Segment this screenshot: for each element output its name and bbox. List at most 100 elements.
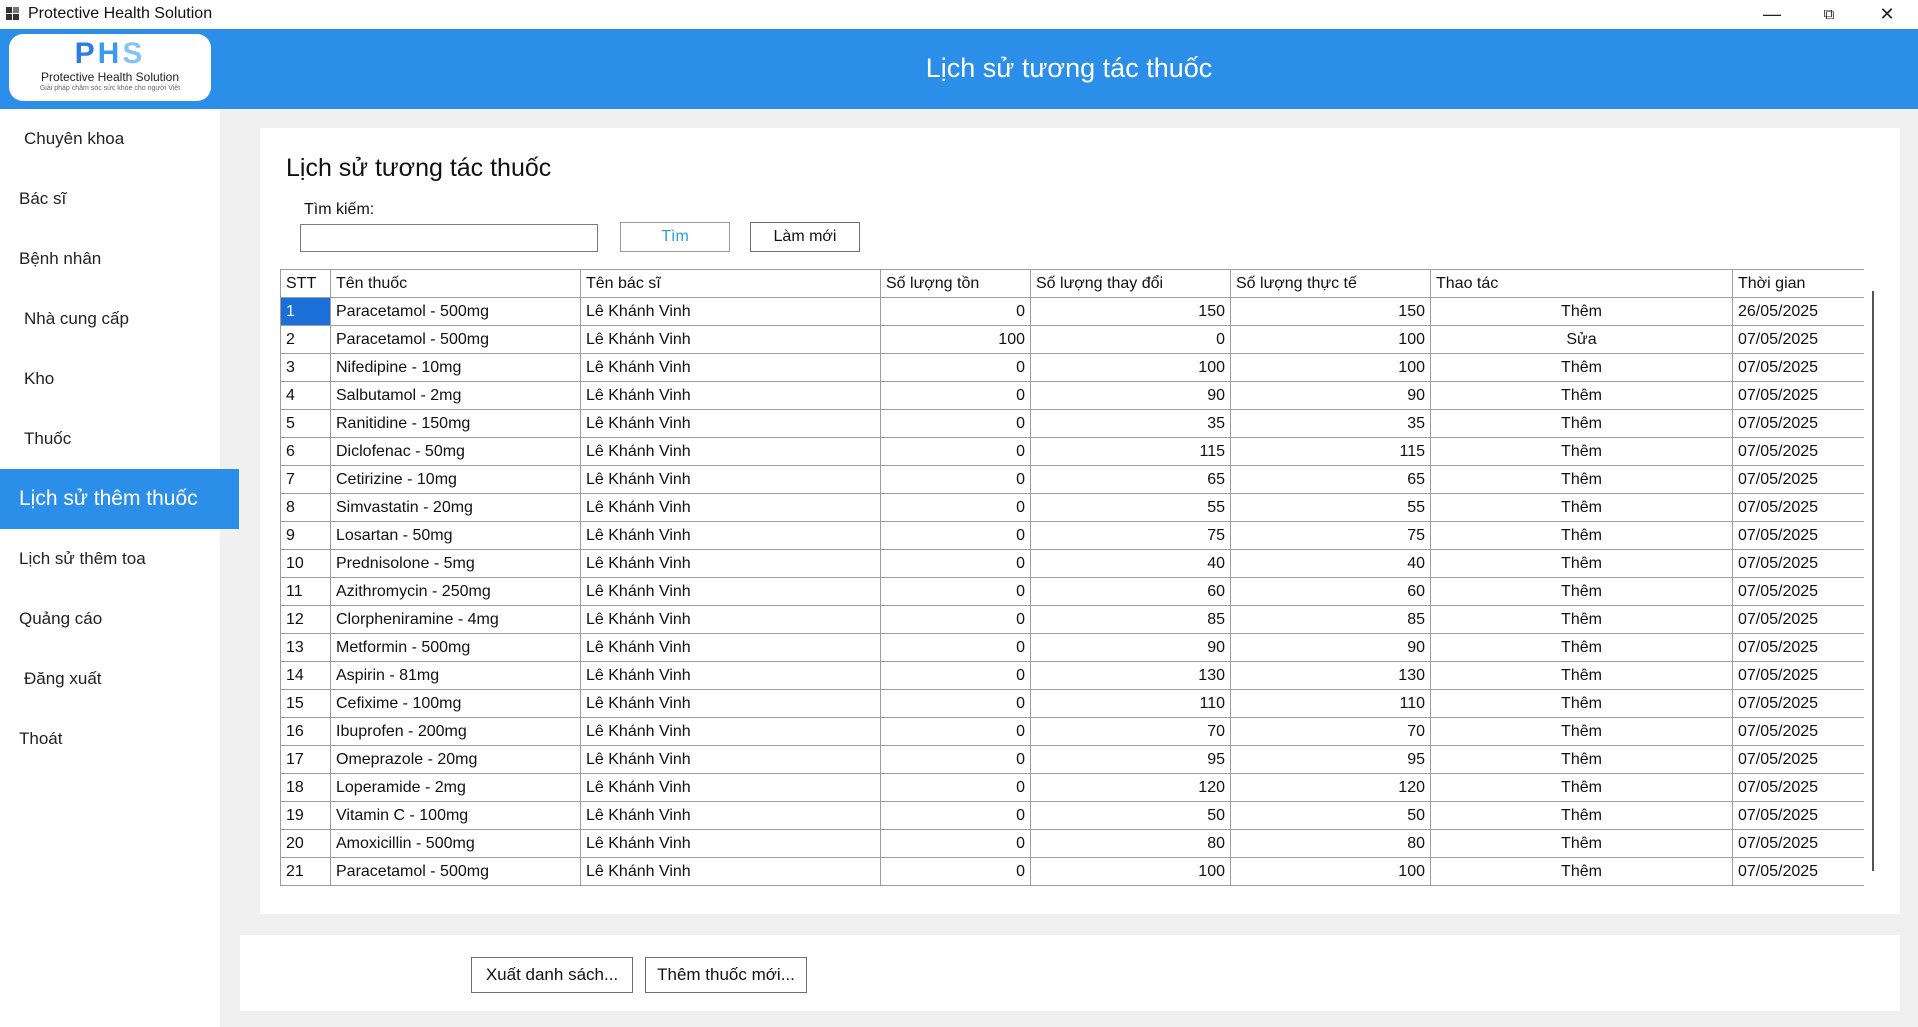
table-cell[interactable]: Omeprazole - 20mg <box>330 745 581 774</box>
table-cell[interactable]: Paracetamol - 500mg <box>330 857 581 886</box>
table-cell[interactable]: 115 <box>1030 437 1231 466</box>
table-row[interactable]: 13 Metformin - 500mg Lê Khánh Vinh 0 90 90 Thê… <box>280 633 1865 662</box>
table-cell[interactable]: 50 <box>1230 801 1431 830</box>
table-cell[interactable]: 0 <box>880 717 1031 746</box>
table-cell[interactable]: Lê Khánh Vinh <box>580 577 881 606</box>
table-cell[interactable]: 2 <box>280 325 331 354</box>
table-cell[interactable]: Thêm <box>1430 605 1733 634</box>
table-cell[interactable]: Thêm <box>1430 577 1733 606</box>
table-cell[interactable]: Cefixime - 100mg <box>330 689 581 718</box>
table-cell[interactable]: 85 <box>1230 605 1431 634</box>
table-cell[interactable]: 35 <box>1230 409 1431 438</box>
table-row[interactable]: 18 Loperamide - 2mg Lê Khánh Vinh 0 120 120 Th… <box>280 773 1865 802</box>
table-cell[interactable]: 07/05/2025 <box>1732 857 1865 886</box>
table-cell[interactable]: 07/05/2025 <box>1732 493 1865 522</box>
table-cell[interactable]: 0 <box>880 773 1031 802</box>
table-cell[interactable]: 5 <box>280 409 331 438</box>
table-cell[interactable]: Thêm <box>1430 521 1733 550</box>
table-cell[interactable]: Clorpheniramine - 4mg <box>330 605 581 634</box>
table-cell[interactable]: Lê Khánh Vinh <box>580 633 881 662</box>
table-cell[interactable]: 26/05/2025 <box>1732 297 1865 326</box>
table-cell[interactable]: Thêm <box>1430 437 1733 466</box>
table-cell[interactable]: Loperamide - 2mg <box>330 773 581 802</box>
table-cell[interactable]: Thêm <box>1430 353 1733 382</box>
table-cell[interactable]: 07/05/2025 <box>1732 549 1865 578</box>
table-cell[interactable]: 0 <box>880 297 1031 326</box>
table-cell[interactable]: Thêm <box>1430 493 1733 522</box>
table-cell[interactable]: Paracetamol - 500mg <box>330 297 581 326</box>
table-cell[interactable]: 18 <box>280 773 331 802</box>
table-cell[interactable]: 07/05/2025 <box>1732 717 1865 746</box>
sidebar-item-kho[interactable]: Kho <box>0 349 244 409</box>
table-row[interactable]: 9 Losartan - 50mg Lê Khánh Vinh 0 75 75 Thêm 07… <box>280 521 1865 550</box>
table-cell[interactable]: 50 <box>1030 801 1231 830</box>
table-cell[interactable]: Lê Khánh Vinh <box>580 325 881 354</box>
table-cell[interactable]: 07/05/2025 <box>1732 745 1865 774</box>
sidebar-item-chuyen-khoa[interactable]: Chuyên khoa <box>0 109 244 169</box>
table-row[interactable]: 5 Ranitidine - 150mg Lê Khánh Vinh 0 35 35 Thê… <box>280 409 1865 438</box>
table-cell[interactable]: 0 <box>880 465 1031 494</box>
table-cell[interactable]: 40 <box>1230 549 1431 578</box>
table-cell[interactable]: 150 <box>1030 297 1231 326</box>
table-cell[interactable]: Diclofenac - 50mg <box>330 437 581 466</box>
table-cell[interactable]: Thêm <box>1430 661 1733 690</box>
table-cell[interactable]: Lê Khánh Vinh <box>580 857 881 886</box>
table-cell[interactable]: Nifedipine - 10mg <box>330 353 581 382</box>
table-row[interactable]: 12 Clorpheniramine - 4mg Lê Khánh Vinh 0 85 8… <box>280 605 1865 634</box>
table-cell[interactable]: 07/05/2025 <box>1732 465 1865 494</box>
table-cell[interactable]: Lê Khánh Vinh <box>580 521 881 550</box>
sidebar-item-lich-su-them-toa[interactable]: Lịch sử thêm toa <box>0 529 239 589</box>
table-cell[interactable]: Lê Khánh Vinh <box>580 717 881 746</box>
table-cell[interactable]: Losartan - 50mg <box>330 521 581 550</box>
table-cell[interactable]: 35 <box>1030 409 1231 438</box>
table-cell[interactable]: Prednisolone - 5mg <box>330 549 581 578</box>
table-row[interactable]: 21 Paracetamol - 500mg Lê Khánh Vinh 0 100 10… <box>280 857 1865 886</box>
table-cell[interactable]: 07/05/2025 <box>1732 409 1865 438</box>
table-cell[interactable]: 20 <box>280 829 331 858</box>
table-cell[interactable]: 100 <box>1030 353 1231 382</box>
table-cell[interactable]: 19 <box>280 801 331 830</box>
table-cell[interactable]: 07/05/2025 <box>1732 633 1865 662</box>
table-cell[interactable]: Salbutamol - 2mg <box>330 381 581 410</box>
table-cell[interactable]: 100 <box>1230 325 1431 354</box>
table-cell[interactable]: 14 <box>280 661 331 690</box>
table-row[interactable]: 3 Nifedipine - 10mg Lê Khánh Vinh 0 100 100 Th… <box>280 353 1865 382</box>
table-cell[interactable]: 6 <box>280 437 331 466</box>
table-cell[interactable]: 65 <box>1230 465 1431 494</box>
table-cell[interactable]: Lê Khánh Vinh <box>580 437 881 466</box>
export-list-button[interactable]: Xuất danh sách... <box>471 957 633 993</box>
column-header[interactable]: Số lượng thực tế <box>1230 269 1431 298</box>
table-cell[interactable]: 150 <box>1230 297 1431 326</box>
table-cell[interactable]: 0 <box>880 661 1031 690</box>
table-row[interactable]: 8 Simvastatin - 20mg Lê Khánh Vinh 0 55 55 Thê… <box>280 493 1865 522</box>
table-row[interactable]: 2 Paracetamol - 500mg Lê Khánh Vinh 100 0 100… <box>280 325 1865 354</box>
table-cell[interactable]: 55 <box>1030 493 1231 522</box>
table-cell[interactable]: Paracetamol - 500mg <box>330 325 581 354</box>
table-cell[interactable]: 90 <box>1030 381 1231 410</box>
table-cell[interactable]: Lê Khánh Vinh <box>580 689 881 718</box>
table-cell[interactable]: Lê Khánh Vinh <box>580 605 881 634</box>
table-cell[interactable]: Lê Khánh Vinh <box>580 409 881 438</box>
table-cell[interactable]: 0 <box>880 409 1031 438</box>
table-cell[interactable]: 95 <box>1030 745 1231 774</box>
sidebar-item-dang-xuat[interactable]: Đăng xuất <box>0 649 244 709</box>
table-cell[interactable]: 40 <box>1030 549 1231 578</box>
table-cell[interactable]: 07/05/2025 <box>1732 605 1865 634</box>
sidebar-item-bac-si[interactable]: Bác sĩ <box>0 169 239 229</box>
table-row[interactable]: 19 Vitamin C - 100mg Lê Khánh Vinh 0 50 50 Thê… <box>280 801 1865 830</box>
table-cell[interactable]: Thêm <box>1430 829 1733 858</box>
table-cell[interactable]: 0 <box>880 549 1031 578</box>
table-cell[interactable]: 07/05/2025 <box>1732 325 1865 354</box>
table-cell[interactable]: Thêm <box>1430 801 1733 830</box>
table-cell[interactable]: 07/05/2025 <box>1732 801 1865 830</box>
table-cell[interactable]: Ibuprofen - 200mg <box>330 717 581 746</box>
table-cell[interactable]: 80 <box>1030 829 1231 858</box>
table-cell[interactable]: 0 <box>880 633 1031 662</box>
table-cell[interactable]: 16 <box>280 717 331 746</box>
sidebar-item-benh-nhan[interactable]: Bệnh nhân <box>0 229 239 289</box>
table-cell[interactable]: Lê Khánh Vinh <box>580 381 881 410</box>
table-cell[interactable]: 15 <box>280 689 331 718</box>
table-row[interactable]: 20 Amoxicillin - 500mg Lê Khánh Vinh 0 80 80 T… <box>280 829 1865 858</box>
table-cell[interactable]: 85 <box>1030 605 1231 634</box>
table-row[interactable]: 10 Prednisolone - 5mg Lê Khánh Vinh 0 40 40 Th… <box>280 549 1865 578</box>
